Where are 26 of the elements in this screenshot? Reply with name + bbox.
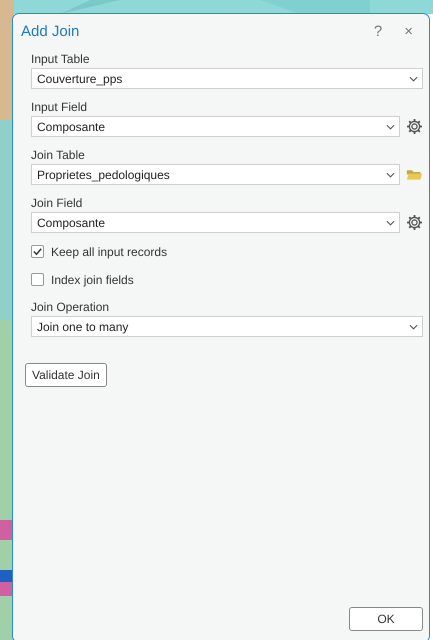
gear-icon[interactable] — [406, 118, 423, 135]
chevron-down-icon — [409, 324, 418, 330]
close-button[interactable]: × — [396, 22, 421, 40]
help-button[interactable]: ? — [366, 22, 390, 40]
field-label: Input Field — [31, 100, 88, 114]
chevron-down-icon — [386, 124, 395, 130]
field-label: Join Field — [31, 196, 84, 210]
dropdown-field[interactable]: Couverture_pps — [31, 68, 423, 89]
checkbox-label: Index join fields — [51, 272, 134, 286]
checkbox-label: Keep all input records — [51, 244, 168, 258]
dropdown-field[interactable]: Join one to many — [31, 316, 423, 337]
checkbox[interactable] — [31, 245, 44, 258]
field-label: Join Table — [31, 148, 86, 162]
field-label: Input Table — [31, 52, 90, 66]
dropdown-field[interactable]: Composante — [31, 212, 400, 233]
dropdown-field[interactable]: Composante — [31, 116, 400, 137]
checkbox[interactable] — [31, 273, 44, 286]
chevron-down-icon — [386, 220, 395, 226]
gear-icon[interactable] — [406, 214, 423, 231]
ok-button[interactable]: OK — [349, 607, 423, 631]
validate-join-button[interactable]: Validate Join — [25, 363, 107, 387]
chevron-down-icon — [409, 76, 418, 82]
chevron-down-icon — [386, 172, 395, 178]
field-label: Join Operation — [31, 300, 110, 314]
dropdown-field[interactable]: Proprietes_pedologiques — [31, 164, 400, 185]
window-title: Add Join — [21, 22, 80, 40]
